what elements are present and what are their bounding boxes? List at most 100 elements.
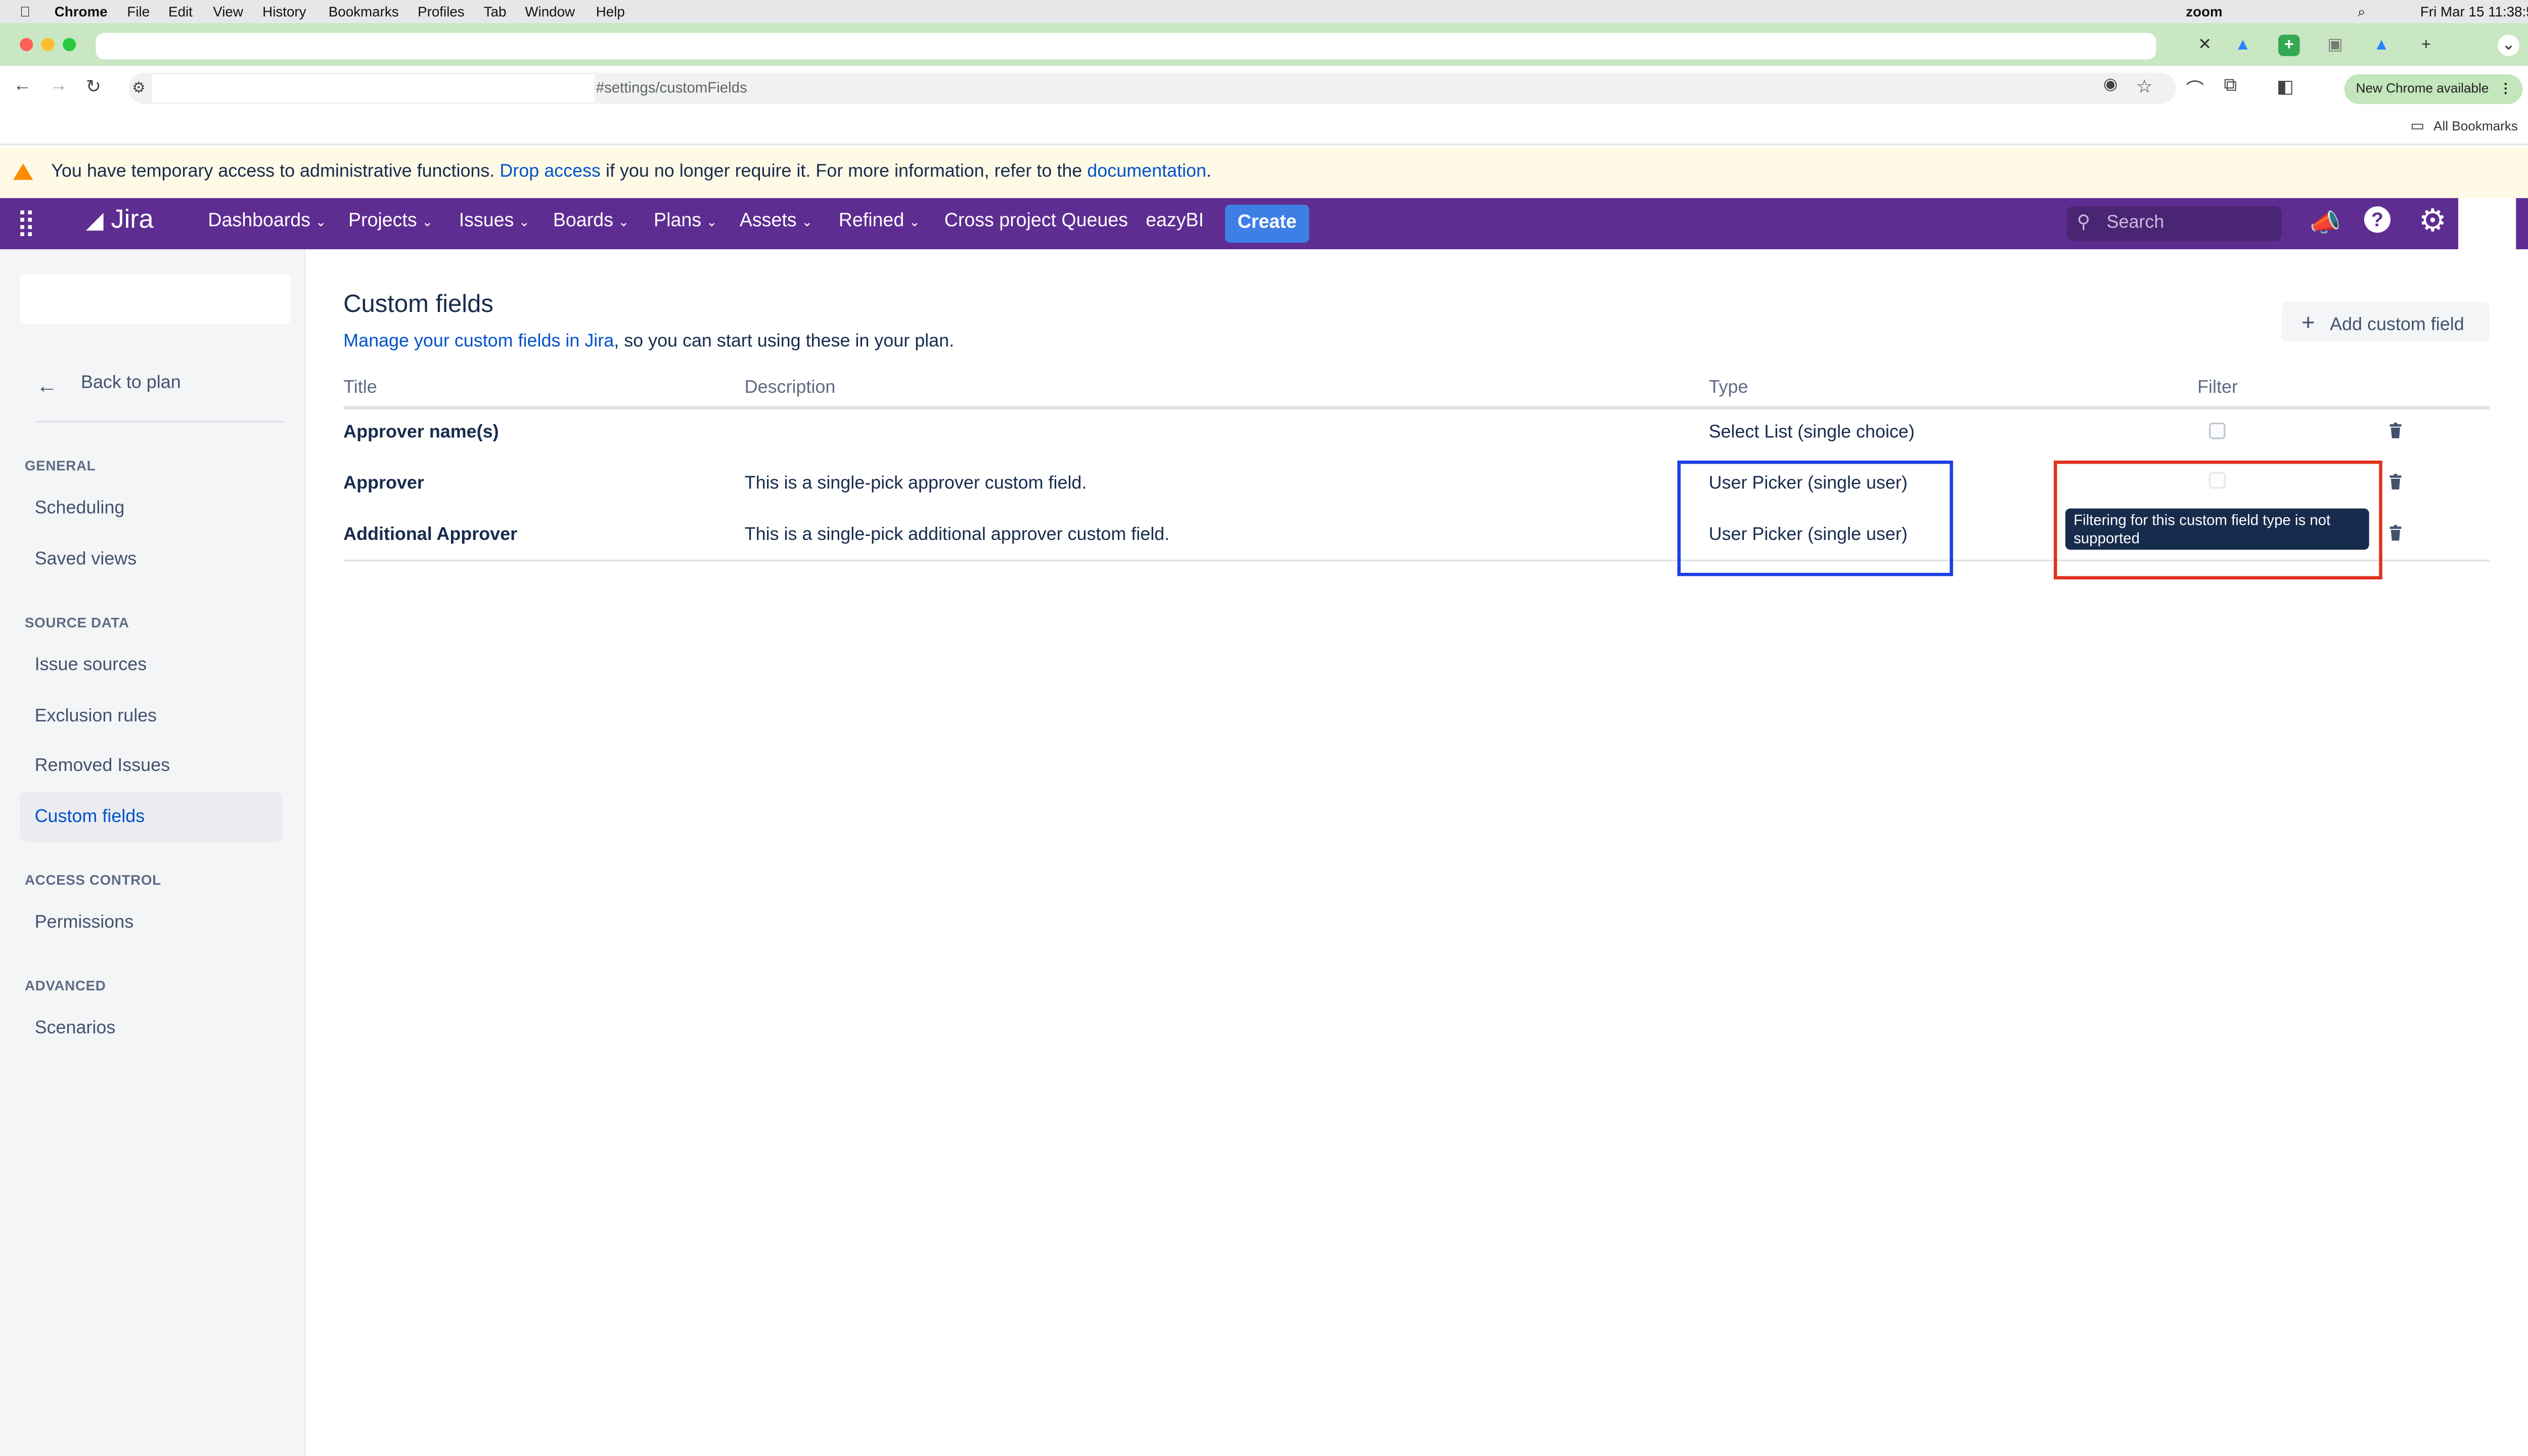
manage-custom-fields-link[interactable]: Manage your custom fields in Jira <box>343 332 614 351</box>
sidebar-heading-general: GENERAL <box>24 457 96 474</box>
sidebar-item-permissions[interactable]: Permissions <box>35 913 134 933</box>
app-switcher-icon[interactable]: ⣿ <box>17 206 36 239</box>
nav-refined-label: Refined <box>838 211 905 232</box>
sidebar-item-issue-sources[interactable]: Issue sources <box>35 655 147 675</box>
chevron-down-icon: ⌄ <box>706 214 717 230</box>
reload-icon[interactable]: ↻ <box>86 76 101 97</box>
sidebar-heading-advanced: ADVANCED <box>24 977 106 994</box>
drop-access-link[interactable]: Drop access <box>500 162 601 181</box>
column-header-type[interactable]: Type <box>1709 378 1748 398</box>
extension-icon[interactable]: ⌒ <box>2186 76 2204 102</box>
menu-profiles[interactable]: Profiles <box>418 4 465 20</box>
address-url[interactable]: #settings/customFields <box>596 79 747 96</box>
puzzle-icon[interactable]: ⧉ <box>2224 76 2237 97</box>
nav-cross-project-queues[interactable]: Cross project Queues <box>944 211 1128 231</box>
nav-boards-label: Boards <box>553 211 613 232</box>
sidebar-plan-header <box>20 274 291 324</box>
column-header-filter[interactable]: Filter <box>2197 378 2238 398</box>
folder-icon: ▭ <box>2410 117 2425 134</box>
highlight-box-filter-column <box>2054 461 2382 580</box>
nav-dashboards[interactable]: Dashboards ⌄ <box>208 211 326 231</box>
trash-icon[interactable] <box>2387 525 2404 541</box>
row-type: Select List (single choice) <box>1708 422 1915 443</box>
all-bookmarks-link[interactable]: All Bookmarks <box>2433 119 2518 133</box>
sidebar-item-scheduling[interactable]: Scheduling <box>35 498 125 518</box>
row-title: Approver <box>343 474 424 494</box>
warning-icon <box>13 163 33 180</box>
filter-checkbox[interactable] <box>2208 422 2226 439</box>
chevron-down-icon: ⌄ <box>801 214 813 230</box>
add-custom-field-button[interactable]: + Add custom field <box>2281 302 2490 342</box>
nav-assets[interactable]: Assets ⌄ <box>740 211 812 231</box>
plus-icon: + <box>2301 308 2315 335</box>
sidebar-item-scenarios[interactable]: Scenarios <box>35 1019 116 1038</box>
banner-text-end: . <box>1206 161 1211 182</box>
jira-logo-mark-icon: ◢ <box>85 206 104 233</box>
settings-gear-icon[interactable]: ⚙ <box>2419 203 2447 241</box>
back-to-plan-link[interactable]: Back to plan <box>81 373 181 393</box>
arrow-left-icon[interactable]: ← <box>36 373 58 398</box>
highlight-box-type-column <box>1677 461 1953 576</box>
menu-file[interactable]: File <box>127 4 150 20</box>
active-tab[interactable] <box>96 33 2156 60</box>
spotlight-icon[interactable]: ⌕ <box>2358 4 2366 22</box>
new-tab-icon[interactable]: + <box>2415 35 2436 56</box>
side-panel-icon[interactable]: ◧ <box>2277 76 2294 97</box>
app-menu[interactable]: Chrome <box>55 4 108 20</box>
documentation-link[interactable]: documentation <box>1087 162 1206 181</box>
jira-tab-icon[interactable]: ▲ <box>2232 35 2253 56</box>
tab-search-icon[interactable]: ⌄ <box>2498 34 2519 57</box>
menu-help[interactable]: Help <box>596 4 625 20</box>
help-icon[interactable]: ? <box>2364 206 2391 233</box>
sidebar-item-removed-issues[interactable]: Removed Issues <box>35 756 170 776</box>
notifications-megaphone-icon[interactable]: 📣 <box>2310 208 2340 238</box>
sidebar-heading-access-control: ACCESS CONTROL <box>24 872 161 888</box>
nav-boards[interactable]: Boards ⌄ <box>553 211 629 231</box>
nav-projects[interactable]: Projects ⌄ <box>348 211 433 231</box>
close-tab-icon[interactable]: ✕ <box>2194 35 2216 56</box>
back-icon[interactable]: ← <box>13 76 31 96</box>
maximize-window-button[interactable] <box>63 38 76 52</box>
sheets-tab-icon[interactable]: + <box>2278 34 2300 57</box>
create-button[interactable]: Create <box>1225 204 1310 243</box>
nav-issues-label: Issues <box>459 211 514 232</box>
menu-window[interactable]: Window <box>525 4 575 20</box>
sidebar-heading-source-data: SOURCE DATA <box>24 614 129 631</box>
search-input[interactable]: ⚲ Search <box>2067 206 2282 241</box>
admin-access-banner: You have temporary access to administrat… <box>0 147 2528 198</box>
sidebar-item-exclusion-rules[interactable]: Exclusion rules <box>35 707 157 726</box>
new-chrome-available-button[interactable]: New Chrome available ⋮ <box>2344 74 2523 104</box>
apple-menu-icon[interactable]:  <box>20 4 30 20</box>
menu-history[interactable]: History <box>262 4 306 20</box>
menubar-clock[interactable]: Fri Mar 15 11:38:50AM <box>2420 4 2528 20</box>
close-window-button[interactable] <box>20 38 33 52</box>
sidebar-item-saved-views[interactable]: Saved views <box>35 550 137 569</box>
table-header-divider <box>343 406 2490 410</box>
row-description: This is a single-pick approver custom fi… <box>744 474 1087 494</box>
minimize-window-button[interactable] <box>41 38 55 52</box>
column-header-description[interactable]: Description <box>745 378 836 398</box>
trash-icon[interactable] <box>2387 422 2404 439</box>
menu-edit[interactable]: Edit <box>168 4 193 20</box>
jira-logo-text: Jira <box>111 206 154 235</box>
menu-tab[interactable]: Tab <box>484 4 507 20</box>
sidebar-item-custom-fields[interactable]: Custom fields <box>35 807 145 827</box>
jira-tab-icon-2[interactable]: ▲ <box>2371 35 2392 56</box>
row-description: This is a single-pick additional approve… <box>744 525 1170 545</box>
nav-plans[interactable]: Plans ⌄ <box>654 211 717 231</box>
bookmark-star-icon[interactable]: ☆ <box>2136 76 2152 97</box>
nav-issues[interactable]: Issues ⌄ <box>459 211 530 231</box>
chevron-down-icon: ⌄ <box>618 214 629 230</box>
site-info-icon[interactable]: ⚙ <box>132 79 145 98</box>
nav-eazybi[interactable]: eazyBI <box>1146 211 1204 231</box>
menu-bookmarks[interactable]: Bookmarks <box>329 4 399 20</box>
forward-icon[interactable]: → <box>50 76 68 96</box>
nav-refined[interactable]: Refined ⌄ <box>839 211 920 231</box>
eye-off-icon[interactable]: ◉ <box>2103 76 2118 94</box>
trash-icon[interactable] <box>2387 474 2404 490</box>
jira-logo[interactable]: ◢ Jira <box>86 206 154 236</box>
column-header-title[interactable]: Title <box>343 378 377 398</box>
tab-icon[interactable]: ▣ <box>2325 35 2346 56</box>
zoom-status-icon[interactable]: zoom <box>2186 4 2223 20</box>
menu-view[interactable]: View <box>213 4 243 20</box>
